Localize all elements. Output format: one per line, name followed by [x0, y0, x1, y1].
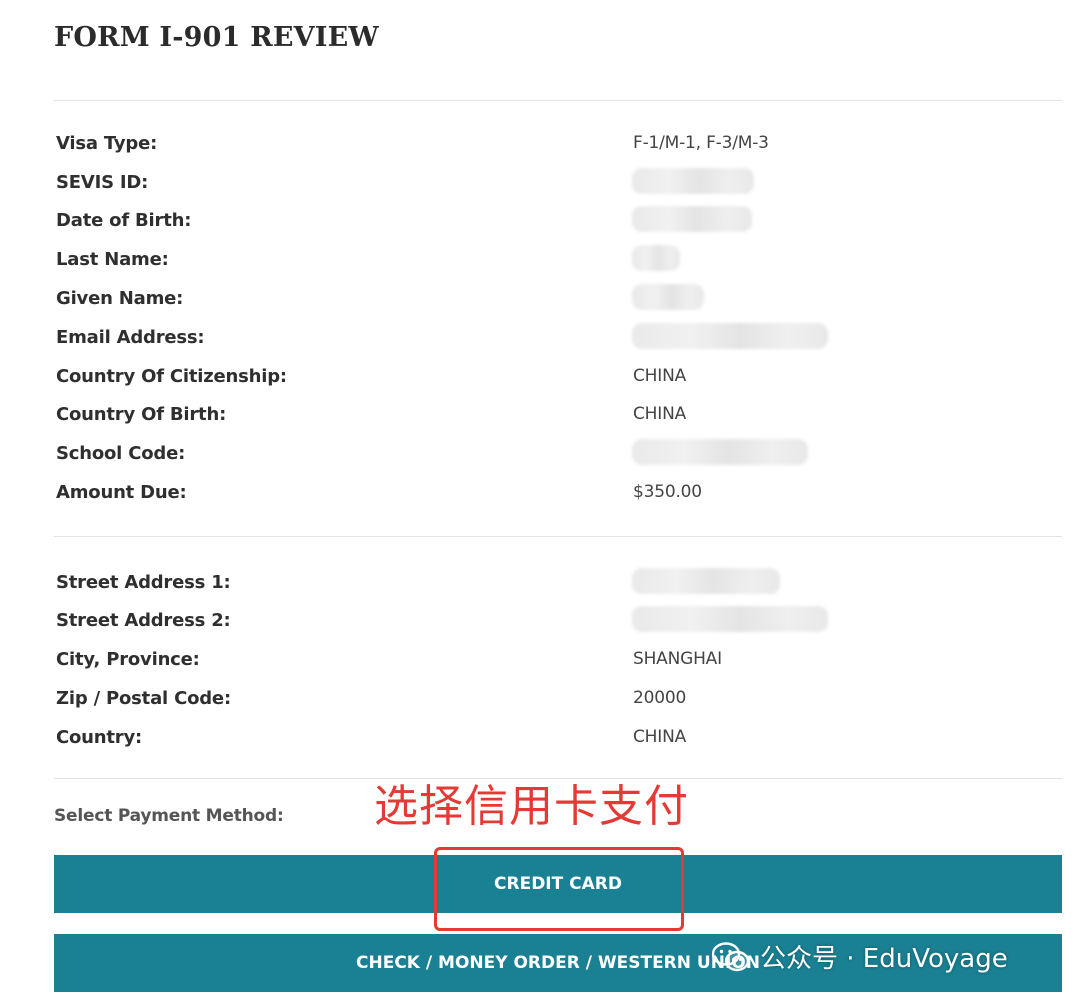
- divider: [54, 536, 1062, 537]
- detail-row-amount-due: Amount Due: $350.00: [56, 482, 1056, 512]
- detail-row-visa-type: Visa Type: F-1/M-1, F-3/M-3: [56, 133, 1056, 163]
- given-name-label: Given Name:: [56, 288, 184, 309]
- redacted-street-address-2: [632, 606, 828, 632]
- school-code-label: School Code:: [56, 443, 186, 464]
- zip-postal-code-label: Zip / Postal Code:: [56, 688, 231, 709]
- last-name-label: Last Name:: [56, 249, 169, 270]
- country-of-citizenship-value: CHINA: [633, 366, 687, 386]
- country-of-birth-label: Country Of Birth:: [56, 404, 227, 425]
- page-title: FORM I-901 REVIEW: [54, 22, 379, 53]
- annotation-text: 选择信用卡支付: [374, 781, 689, 832]
- detail-row-city-province: City, Province: SHANGHAI: [56, 649, 1056, 679]
- redacted-date-of-birth: [632, 206, 752, 232]
- watermark: 公众号 · EduVoyage: [712, 938, 1008, 975]
- wechat-icon: [712, 941, 750, 973]
- detail-row-email-address: Email Address:: [56, 323, 1056, 357]
- amount-due-label: Amount Due:: [56, 482, 187, 503]
- detail-row-school-code: School Code:: [56, 439, 1056, 473]
- country-label: Country:: [56, 727, 143, 748]
- city-province-label: City, Province:: [56, 649, 200, 670]
- email-address-label: Email Address:: [56, 327, 205, 348]
- zip-postal-code-value: 20000: [633, 688, 687, 708]
- country-of-citizenship-label: Country Of Citizenship:: [56, 366, 287, 387]
- sevis-id-label: SEVIS ID:: [56, 172, 149, 193]
- watermark-text: 公众号 · EduVoyage: [760, 944, 1008, 974]
- redacted-given-name: [632, 284, 704, 310]
- detail-row-country-of-citizenship: Country Of Citizenship: CHINA: [56, 366, 1056, 396]
- redacted-street-address-1: [632, 568, 780, 594]
- country-of-birth-value: CHINA: [633, 404, 687, 424]
- detail-row-country-of-birth: Country Of Birth: CHINA: [56, 404, 1056, 434]
- date-of-birth-label: Date of Birth:: [56, 210, 192, 231]
- divider: [54, 100, 1062, 101]
- city-province-value: SHANGHAI: [633, 649, 722, 669]
- detail-row-sevis-id: SEVIS ID:: [56, 168, 1056, 202]
- redacted-last-name: [632, 245, 680, 271]
- street-address-2-label: Street Address 2:: [56, 610, 231, 631]
- street-address-1-label: Street Address 1:: [56, 572, 231, 593]
- payment-method-label: Select Payment Method:: [54, 806, 284, 826]
- credit-card-button-label: CREDIT CARD: [494, 874, 622, 894]
- detail-row-street-address-1: Street Address 1:: [56, 568, 1056, 602]
- detail-row-last-name: Last Name:: [56, 245, 1056, 279]
- check-money-order-button-label: CHECK / MONEY ORDER / WESTERN UNION: [356, 953, 760, 973]
- country-value: CHINA: [633, 727, 687, 747]
- detail-row-date-of-birth: Date of Birth:: [56, 206, 1056, 240]
- credit-card-button[interactable]: CREDIT CARD: [54, 855, 1062, 913]
- redacted-email-address: [632, 323, 828, 349]
- detail-row-given-name: Given Name:: [56, 284, 1056, 318]
- detail-row-country: Country: CHINA: [56, 727, 1056, 757]
- detail-row-street-address-2: Street Address 2:: [56, 606, 1056, 640]
- redacted-school-code: [632, 439, 808, 465]
- detail-row-zip-postal-code: Zip / Postal Code: 20000: [56, 688, 1056, 718]
- visa-type-value: F-1/M-1, F-3/M-3: [633, 133, 769, 153]
- visa-type-label: Visa Type:: [56, 133, 158, 154]
- redacted-sevis-id: [632, 168, 754, 194]
- amount-due-value: $350.00: [633, 482, 702, 502]
